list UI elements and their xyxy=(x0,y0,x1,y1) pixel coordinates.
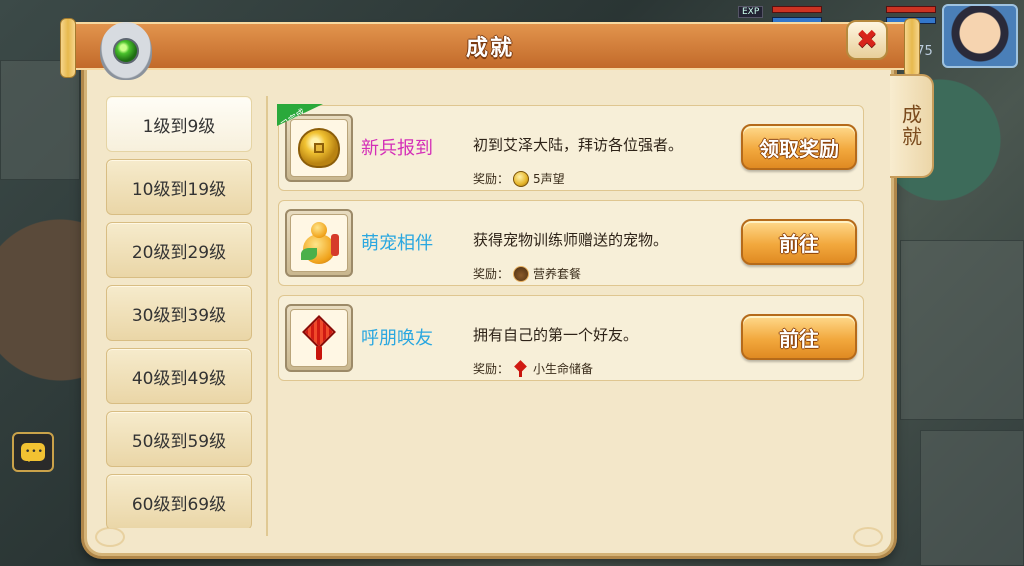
achievement-description: 获得宠物训练师赠送的宠物。 xyxy=(473,231,669,249)
achievement-description: 初到艾泽大陆，拜访各位强者。 xyxy=(473,136,684,154)
level-range-label: 10级到19级 xyxy=(131,179,227,200)
list-divider xyxy=(266,96,268,536)
level-range-item[interactable]: 60级到69级 xyxy=(106,474,252,528)
achievement-reward: 奖励： 5声望 xyxy=(473,170,565,187)
hp-bar xyxy=(772,6,822,13)
achievement-icon-frame xyxy=(285,209,353,277)
achievement-description: 拥有自己的第一个好友。 xyxy=(473,326,639,344)
close-button[interactable]: ✖ xyxy=(846,20,888,60)
level-range-item[interactable]: 50级到59级 xyxy=(106,411,252,467)
corner-ornament xyxy=(95,527,125,547)
background-building xyxy=(0,60,80,180)
achievement-name: 新兵报到 xyxy=(361,138,433,159)
reward-text: 5声望 xyxy=(533,172,565,186)
reward-text: 营养套餐 xyxy=(533,267,582,281)
emblem-icon xyxy=(100,22,152,80)
level-range-item[interactable]: 30级到39级 xyxy=(106,285,252,341)
achievement-row: 萌宠相伴 获得宠物训练师赠送的宠物。 奖励： 营养套餐 前往 xyxy=(278,200,864,286)
go-button[interactable]: 前往 xyxy=(741,219,857,265)
corner-ornament xyxy=(853,527,883,547)
background-building xyxy=(900,240,1024,420)
level-range-label: 30级到39级 xyxy=(131,305,227,326)
achievement-row: 已完成 新兵报到 初到艾泽大陆，拜访各位强者。 奖励： 5声望 领取奖励 xyxy=(277,104,864,191)
gourd-icon xyxy=(299,220,339,266)
level-range-item[interactable]: 10级到19级 xyxy=(106,159,252,215)
coin-icon xyxy=(513,170,530,187)
achievement-reward: 奖励： 营养套餐 xyxy=(473,265,581,282)
tab-achievement-label: 成就 xyxy=(898,104,923,148)
close-icon: ✖ xyxy=(856,25,878,55)
level-range-label: 20级到29级 xyxy=(131,242,227,263)
chat-button[interactable]: ••• xyxy=(12,432,54,472)
achievement-name: 呼朋唤友 xyxy=(361,328,433,349)
chinese-knot-icon xyxy=(301,315,337,360)
level-range-item[interactable]: 40级到49级 xyxy=(106,348,252,404)
reward-prefix: 奖励： xyxy=(473,172,510,186)
dialog-title: 成就 xyxy=(465,36,514,61)
achievement-name: 萌宠相伴 xyxy=(361,233,433,254)
knot-icon xyxy=(513,361,529,377)
achievement-icon-frame xyxy=(285,114,353,182)
reward-text: 小生命储备 xyxy=(533,362,594,376)
level-range-label: 1级到9级 xyxy=(142,116,216,137)
background-stairs xyxy=(920,430,1024,566)
green-gem-icon xyxy=(113,38,139,64)
player-avatar[interactable] xyxy=(942,4,1018,68)
exp-label: EXP xyxy=(738,6,764,18)
level-range-label: 50级到59级 xyxy=(131,431,227,452)
target-hp-bar xyxy=(886,6,936,13)
dialog-title-bar: 成就 xyxy=(60,18,920,78)
level-range-list: 1级到9级 10级到19级 20级到29级 30级到39级 40级到49级 50… xyxy=(106,96,256,528)
reward-prefix: 奖励： xyxy=(473,267,510,281)
achievement-row: 呼朋唤友 拥有自己的第一个好友。 奖励： 小生命储备 前往 xyxy=(278,295,864,381)
food-icon xyxy=(513,265,530,282)
chat-icon: ••• xyxy=(21,443,45,462)
claim-reward-button[interactable]: 领取奖励 xyxy=(741,124,857,170)
coin-icon xyxy=(298,128,340,168)
level-range-label: 40级到49级 xyxy=(131,368,227,389)
level-range-item[interactable]: 20级到29级 xyxy=(106,222,252,278)
level-range-item[interactable]: 1级到9级 xyxy=(106,96,252,152)
reward-prefix: 奖励： xyxy=(473,362,510,376)
go-button[interactable]: 前往 xyxy=(741,314,857,360)
level-range-label: 60级到69级 xyxy=(131,494,227,515)
tab-achievement[interactable]: 成就 xyxy=(890,74,934,178)
achievement-icon-frame xyxy=(285,304,353,372)
achievement-reward: 奖励： 小生命储备 xyxy=(473,360,593,377)
